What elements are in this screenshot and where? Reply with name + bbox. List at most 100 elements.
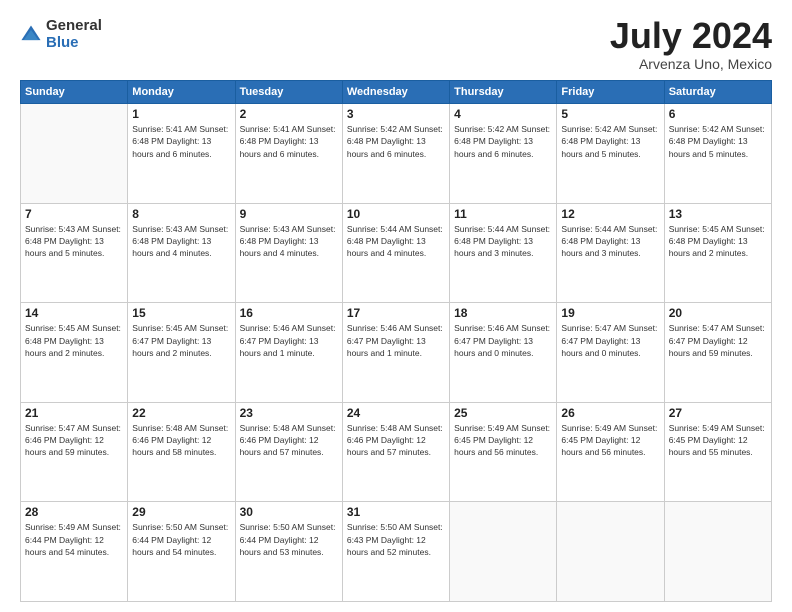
header-thursday: Thursday — [450, 81, 557, 104]
calendar-header-row: Sunday Monday Tuesday Wednesday Thursday… — [21, 81, 772, 104]
calendar-cell: 2Sunrise: 5:41 AM Sunset: 6:48 PM Daylig… — [235, 104, 342, 204]
day-info: Sunrise: 5:46 AM Sunset: 6:47 PM Dayligh… — [454, 322, 552, 359]
day-number: 6 — [669, 107, 767, 121]
day-number: 11 — [454, 207, 552, 221]
day-number: 20 — [669, 306, 767, 320]
day-number: 10 — [347, 207, 445, 221]
calendar-cell: 12Sunrise: 5:44 AM Sunset: 6:48 PM Dayli… — [557, 203, 664, 303]
header: General Blue July 2024 Arvenza Uno, Mexi… — [20, 18, 772, 72]
calendar-cell: 4Sunrise: 5:42 AM Sunset: 6:48 PM Daylig… — [450, 104, 557, 204]
calendar-cell: 24Sunrise: 5:48 AM Sunset: 6:46 PM Dayli… — [342, 402, 449, 502]
calendar-cell: 5Sunrise: 5:42 AM Sunset: 6:48 PM Daylig… — [557, 104, 664, 204]
day-info: Sunrise: 5:42 AM Sunset: 6:48 PM Dayligh… — [669, 123, 767, 160]
day-number: 29 — [132, 505, 230, 519]
header-wednesday: Wednesday — [342, 81, 449, 104]
calendar-cell: 15 Sunrise: 5:45 AM Sunset: 6:47 PM Dayli… — [128, 303, 235, 403]
calendar-cell: 25 Sunrise: 5:49 AM Sunset: 6:45 PM Dayli… — [450, 402, 557, 502]
day-info: Sunrise: 5:44 AM Sunset: 6:48 PM Dayligh… — [454, 223, 552, 260]
calendar-week-row: 7Sunrise: 5:43 AM Sunset: 6:48 PM Daylig… — [21, 203, 772, 303]
day-number: 2 — [240, 107, 338, 121]
day-info: Sunrise: 5:43 AM Sunset: 6:48 PM Dayligh… — [132, 223, 230, 260]
day-number: 12 — [561, 207, 659, 221]
calendar-cell: 22Sunrise: 5:48 AM Sunset: 6:46 PM Dayli… — [128, 402, 235, 502]
day-number: 27 — [669, 406, 767, 420]
day-number: 22 — [132, 406, 230, 420]
logo-blue: Blue — [46, 35, 102, 52]
title-location: Arvenza Uno, Mexico — [610, 56, 772, 72]
day-info: Sunrise: 5:48 AM Sunset: 6:46 PM Dayligh… — [347, 422, 445, 459]
calendar-cell: 6 Sunrise: 5:42 AM Sunset: 6:48 PM Daylig… — [664, 104, 771, 204]
day-info: Sunrise: 5:44 AM Sunset: 6:48 PM Dayligh… — [347, 223, 445, 260]
day-number: 19 — [561, 306, 659, 320]
day-number: 5 — [561, 107, 659, 121]
calendar-cell — [450, 502, 557, 602]
calendar-cell: 21 Sunrise: 5:47 AM Sunset: 6:46 PM Dayli… — [21, 402, 128, 502]
day-info: Sunrise: 5:47 AM Sunset: 6:47 PM Dayligh… — [669, 322, 767, 359]
calendar-week-row: 1 Sunrise: 5:41 AM Sunset: 6:48 PM Daylig… — [21, 104, 772, 204]
logo: General Blue — [20, 18, 102, 51]
calendar-cell: 19 Sunrise: 5:47 AM Sunset: 6:47 PM Dayli… — [557, 303, 664, 403]
day-info: Sunrise: 5:41 AM Sunset: 6:48 PM Dayligh… — [132, 123, 230, 160]
calendar-cell: 20 Sunrise: 5:47 AM Sunset: 6:47 PM Dayli… — [664, 303, 771, 403]
header-saturday: Saturday — [664, 81, 771, 104]
day-info: Sunrise: 5:45 AM Sunset: 6:48 PM Dayligh… — [669, 223, 767, 260]
header-friday: Friday — [557, 81, 664, 104]
calendar-cell: 1 Sunrise: 5:41 AM Sunset: 6:48 PM Daylig… — [128, 104, 235, 204]
logo-text: General Blue — [46, 18, 102, 51]
calendar-week-row: 21 Sunrise: 5:47 AM Sunset: 6:46 PM Dayli… — [21, 402, 772, 502]
day-number: 9 — [240, 207, 338, 221]
calendar-cell: 31 Sunrise: 5:50 AM Sunset: 6:43 PM Dayli… — [342, 502, 449, 602]
calendar-cell: 28Sunrise: 5:49 AM Sunset: 6:44 PM Dayli… — [21, 502, 128, 602]
day-info: Sunrise: 5:47 AM Sunset: 6:47 PM Dayligh… — [561, 322, 659, 359]
day-info: Sunrise: 5:45 AM Sunset: 6:48 PM Dayligh… — [25, 322, 123, 359]
calendar-cell — [664, 502, 771, 602]
day-number: 17 — [347, 306, 445, 320]
header-sunday: Sunday — [21, 81, 128, 104]
title-block: July 2024 Arvenza Uno, Mexico — [610, 18, 772, 72]
calendar-cell: 14Sunrise: 5:45 AM Sunset: 6:48 PM Dayli… — [21, 303, 128, 403]
calendar-cell: 11 Sunrise: 5:44 AM Sunset: 6:48 PM Dayli… — [450, 203, 557, 303]
calendar-cell — [557, 502, 664, 602]
day-info: Sunrise: 5:47 AM Sunset: 6:46 PM Dayligh… — [25, 422, 123, 459]
calendar-cell: 30Sunrise: 5:50 AM Sunset: 6:44 PM Dayli… — [235, 502, 342, 602]
calendar-week-row: 28Sunrise: 5:49 AM Sunset: 6:44 PM Dayli… — [21, 502, 772, 602]
day-info: Sunrise: 5:43 AM Sunset: 6:48 PM Dayligh… — [25, 223, 123, 260]
logo-general: General — [46, 18, 102, 35]
calendar-cell: 13 Sunrise: 5:45 AM Sunset: 6:48 PM Dayli… — [664, 203, 771, 303]
day-info: Sunrise: 5:49 AM Sunset: 6:45 PM Dayligh… — [454, 422, 552, 459]
day-number: 26 — [561, 406, 659, 420]
day-number: 15 — [132, 306, 230, 320]
day-number: 21 — [25, 406, 123, 420]
day-info: Sunrise: 5:45 AM Sunset: 6:47 PM Dayligh… — [132, 322, 230, 359]
day-number: 25 — [454, 406, 552, 420]
title-month: July 2024 — [610, 18, 772, 54]
day-info: Sunrise: 5:42 AM Sunset: 6:48 PM Dayligh… — [454, 123, 552, 160]
calendar-cell: 7Sunrise: 5:43 AM Sunset: 6:48 PM Daylig… — [21, 203, 128, 303]
day-info: Sunrise: 5:49 AM Sunset: 6:45 PM Dayligh… — [561, 422, 659, 459]
day-number: 3 — [347, 107, 445, 121]
day-info: Sunrise: 5:43 AM Sunset: 6:48 PM Dayligh… — [240, 223, 338, 260]
calendar-cell: 8Sunrise: 5:43 AM Sunset: 6:48 PM Daylig… — [128, 203, 235, 303]
calendar-cell: 26 Sunrise: 5:49 AM Sunset: 6:45 PM Dayli… — [557, 402, 664, 502]
day-info: Sunrise: 5:49 AM Sunset: 6:45 PM Dayligh… — [669, 422, 767, 459]
calendar-cell: 18 Sunrise: 5:46 AM Sunset: 6:47 PM Dayli… — [450, 303, 557, 403]
day-number: 13 — [669, 207, 767, 221]
day-info: Sunrise: 5:50 AM Sunset: 6:43 PM Dayligh… — [347, 521, 445, 558]
day-info: Sunrise: 5:48 AM Sunset: 6:46 PM Dayligh… — [240, 422, 338, 459]
day-number: 31 — [347, 505, 445, 519]
calendar-week-row: 14Sunrise: 5:45 AM Sunset: 6:48 PM Dayli… — [21, 303, 772, 403]
day-number: 23 — [240, 406, 338, 420]
calendar-cell: 9 Sunrise: 5:43 AM Sunset: 6:48 PM Daylig… — [235, 203, 342, 303]
calendar-cell: 23 Sunrise: 5:48 AM Sunset: 6:46 PM Dayli… — [235, 402, 342, 502]
calendar-table: Sunday Monday Tuesday Wednesday Thursday… — [20, 80, 772, 602]
header-monday: Monday — [128, 81, 235, 104]
calendar-cell: 17Sunrise: 5:46 AM Sunset: 6:47 PM Dayli… — [342, 303, 449, 403]
day-number: 18 — [454, 306, 552, 320]
day-number: 1 — [132, 107, 230, 121]
day-info: Sunrise: 5:50 AM Sunset: 6:44 PM Dayligh… — [240, 521, 338, 558]
header-tuesday: Tuesday — [235, 81, 342, 104]
day-number: 28 — [25, 505, 123, 519]
calendar-cell: 10 Sunrise: 5:44 AM Sunset: 6:48 PM Dayli… — [342, 203, 449, 303]
calendar-cell: 27 Sunrise: 5:49 AM Sunset: 6:45 PM Dayli… — [664, 402, 771, 502]
day-info: Sunrise: 5:46 AM Sunset: 6:47 PM Dayligh… — [240, 322, 338, 359]
